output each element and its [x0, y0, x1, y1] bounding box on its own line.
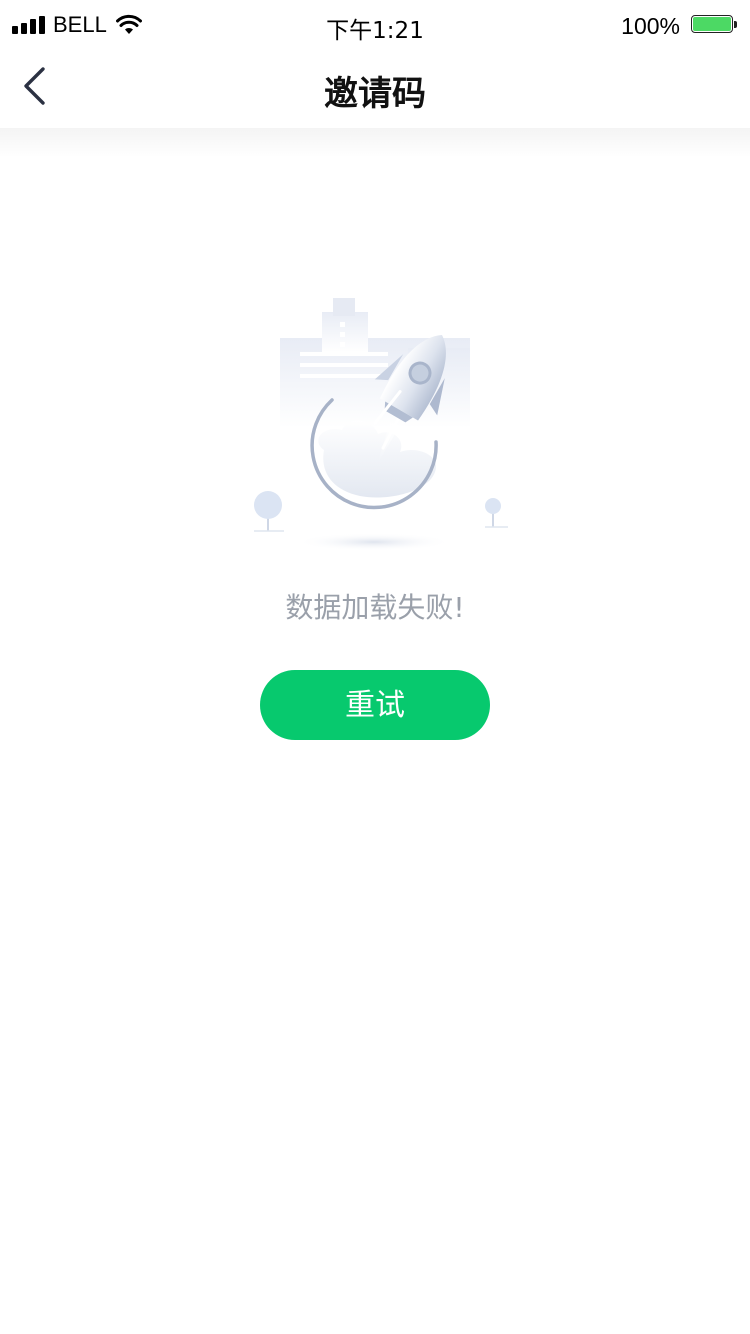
back-button[interactable] [10, 62, 60, 112]
battery-fill [693, 17, 731, 31]
chevron-left-icon [24, 67, 45, 105]
nav-shadow [0, 128, 750, 158]
battery-percentage: 100% [621, 13, 680, 39]
nav-bar: 邀请码 [0, 52, 750, 128]
battery-icon [691, 15, 737, 35]
rocket-launch-illustration [254, 298, 508, 551]
page-title: 邀请码 [324, 74, 426, 114]
screen: BELL 下午1:21 100% 邀请码 数据加载失败! 重试 [0, 0, 750, 1334]
tree-left [254, 491, 284, 532]
status-bar: BELL 下午1:21 100% [0, 0, 750, 52]
load-error-message: 数据加载失败! [285, 591, 465, 624]
retry-button[interactable]: 重试 [260, 670, 490, 740]
tree-right [485, 498, 508, 528]
